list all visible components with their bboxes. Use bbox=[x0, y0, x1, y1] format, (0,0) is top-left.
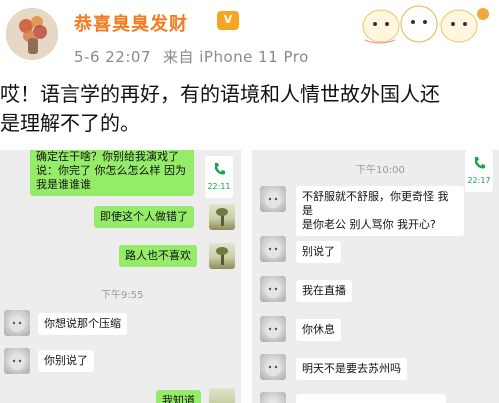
post-meta: 5-6 22:07 来自 iPhone 11 Pro bbox=[74, 46, 309, 67]
post-date: 5-6 22:07 bbox=[74, 48, 151, 66]
chat-message-sent: 路人也不喜欢 bbox=[119, 245, 197, 267]
chat-message-sent: 我知道 bbox=[156, 390, 201, 403]
chat-message-received: 你想说那个压缩 bbox=[38, 313, 127, 335]
chat-timestamp: 下午10:00 bbox=[356, 165, 405, 176]
message-line: 不舒服就不舒服，你更奇怪 我是 bbox=[302, 190, 449, 217]
chat-message-received: 你休息 bbox=[296, 319, 341, 341]
post-source: 来自 iPhone 11 Pro bbox=[163, 48, 309, 66]
contact-avatar bbox=[260, 186, 286, 212]
contact-avatar bbox=[260, 276, 286, 302]
call-time: 22:17 bbox=[467, 176, 491, 185]
chat-message-received bbox=[296, 394, 446, 403]
contact-avatar bbox=[4, 348, 30, 374]
message-line: 是你老公 别人骂你 我开心? bbox=[302, 218, 436, 231]
chat-message-received: 不舒服就不舒服，你更奇怪 我是 是你老公 别人骂你 我开心? bbox=[296, 186, 464, 236]
chat-message-received: 你别说了 bbox=[38, 350, 94, 372]
chat-screenshot-left[interactable]: 确定在干啥？你别给我演戏了 说：你完了 你怎么怎么样 因为 我是谁谁谁 22:1… bbox=[0, 150, 241, 403]
contact-avatar bbox=[4, 310, 30, 336]
chat-message-received: 明天不是要去苏州吗 bbox=[296, 358, 407, 380]
post-text-line: 哎！语言学的再好，有的语境和人情世故外国人还 bbox=[0, 82, 440, 106]
vip-crown-icon: V bbox=[217, 11, 239, 30]
voice-call-card: 22:11 bbox=[205, 156, 233, 198]
chat-message-received: 我在直播 bbox=[296, 280, 352, 302]
sender-avatar bbox=[209, 243, 235, 269]
sender-avatar bbox=[209, 388, 235, 403]
chat-timestamp: 下午9:55 bbox=[101, 290, 144, 301]
post-text-line: 是理解不了的。 bbox=[0, 111, 140, 135]
phone-icon bbox=[475, 157, 485, 169]
username[interactable]: 恭喜臭臭发财 bbox=[74, 10, 188, 36]
contact-avatar bbox=[260, 236, 286, 262]
message-line: 确定在干啥？你别给我演戏了 bbox=[36, 150, 179, 163]
sender-avatar bbox=[209, 204, 235, 230]
voice-call-card: 22:17 bbox=[465, 150, 493, 192]
contact-avatar bbox=[260, 392, 286, 403]
phone-icon bbox=[215, 163, 225, 175]
chat-screenshot-right[interactable]: 下午10:00 22:17 不舒服就不舒服，你更奇怪 我是 是你老公 别人骂你 … bbox=[252, 150, 499, 403]
message-line: 说：你完了 你怎么怎么样 因为 bbox=[36, 164, 186, 177]
message-line: 我是谁谁谁 bbox=[36, 178, 91, 191]
post-text: 哎！语言学的再好，有的语境和人情世故外国人还 是理解不了的。 bbox=[0, 80, 499, 138]
chat-message-sent: 确定在干啥？你别给我演戏了 说：你完了 你怎么怎么样 因为 我是谁谁谁 bbox=[30, 150, 194, 196]
contact-avatar bbox=[260, 354, 286, 380]
call-time: 22:11 bbox=[207, 182, 231, 191]
contact-avatar bbox=[260, 316, 286, 342]
chat-message-received: 别说了 bbox=[296, 241, 341, 263]
chat-message-sent: 即使这个人做错了 bbox=[94, 206, 194, 228]
screenshot-gallery: 确定在干啥？你别给我演戏了 说：你完了 你怎么怎么样 因为 我是谁谁谁 22:1… bbox=[0, 150, 499, 403]
cartoon-decoration-icon bbox=[362, 5, 489, 44]
vip-badge-label: V bbox=[223, 13, 233, 26]
user-avatar[interactable] bbox=[6, 8, 58, 60]
